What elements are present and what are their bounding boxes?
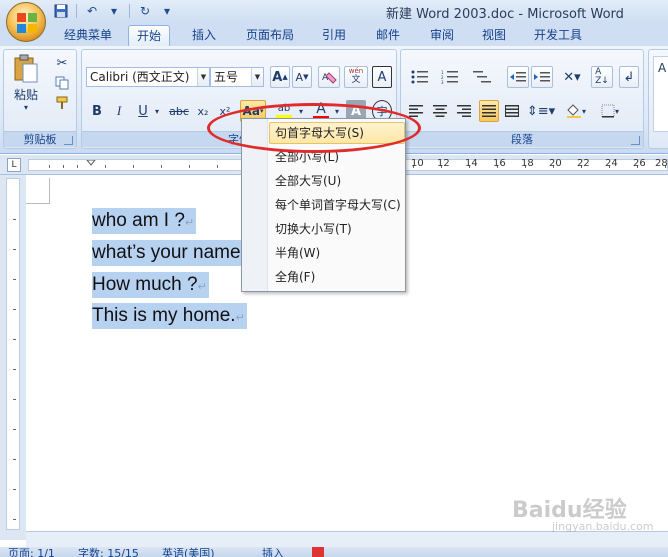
align-right-icon[interactable] [455, 100, 473, 122]
shrink-font-button[interactable]: A ▼ [292, 66, 312, 88]
font-size-combo[interactable]: 五号 ▼ [210, 67, 264, 87]
vertical-ruler[interactable] [6, 178, 20, 530]
justify-icon[interactable] [479, 100, 499, 122]
undo-icon[interactable]: ↶ [83, 2, 101, 20]
tab-home[interactable]: 开始 [128, 25, 171, 46]
macro-record-icon[interactable] [312, 547, 324, 557]
character-border-button[interactable]: A [372, 66, 392, 88]
ribbon-tabs: 经典菜单 开始 插入 页面布局 引用 邮件 审阅 视图 开发工具 [0, 22, 668, 46]
tab-classic-menu[interactable]: 经典菜单 [56, 25, 120, 46]
paragraph-launcher[interactable] [631, 136, 640, 145]
svg-text:3: 3 [441, 80, 444, 84]
tab-developer[interactable]: 开发工具 [526, 25, 590, 46]
status-language[interactable]: 英语(美国) [162, 547, 215, 557]
document-line[interactable]: what’s your name↵ [92, 240, 252, 266]
menu-item-lowercase[interactable]: 全部小写(L) [269, 146, 405, 168]
document-line[interactable]: who am I ?↵ [92, 208, 197, 234]
document-line[interactable]: How much ?↵ [92, 272, 209, 298]
margin-crop-mark [26, 178, 50, 204]
subscript-button[interactable]: x₂ [194, 100, 212, 122]
status-bar: 页面: 1/1 字数: 15/15 英语(美国) 插入 [0, 547, 668, 557]
multilevel-list-icon[interactable] [469, 66, 497, 88]
menu-gutter [242, 119, 268, 291]
paragraph-mark-icon: ↵ [197, 281, 207, 293]
tab-selector[interactable]: L [7, 158, 21, 172]
menu-item-toggle-case[interactable]: 切换大小写(T) [269, 218, 405, 240]
document-line[interactable]: This is my home.↵ [92, 303, 247, 329]
vertical-ruler-ticks [13, 219, 16, 520]
qat-separator [129, 4, 130, 18]
status-words[interactable]: 字数: 15/15 [78, 547, 139, 557]
qat-customize-dropdown[interactable]: ▾ [158, 2, 176, 20]
menu-item-uppercase[interactable]: 全部大写(U) [269, 170, 405, 192]
style-gallery-item[interactable]: A [653, 56, 668, 132]
chinese-layout-icon[interactable]: ✕▾ [557, 66, 587, 88]
clipboard-group: 粘贴 ▾ ✂ 剪贴板 [3, 49, 77, 149]
paragraph-mark-icon: ↵ [184, 217, 195, 229]
paragraph-group: 123 ✕▾ A Z↓ ↲ ⇕≡▾ ▾ ▾ 段落 [400, 49, 644, 149]
redo-icon[interactable]: ↻ [136, 2, 154, 20]
tab-review[interactable]: 审阅 [422, 25, 462, 46]
styles-group: A [648, 49, 668, 149]
paste-icon [14, 54, 38, 83]
underline-dropdown[interactable]: ▾ [152, 100, 162, 122]
office-logo-icon [17, 13, 37, 33]
tab-references[interactable]: 引用 [314, 25, 354, 46]
status-insert-mode[interactable]: 插入 [262, 547, 284, 557]
qat-undo-dropdown[interactable]: ▾ [105, 2, 123, 20]
paragraph-group-label: 段落 [401, 131, 643, 147]
paragraph-mark-icon: ↵ [235, 312, 245, 324]
format-painter-icon[interactable] [52, 94, 72, 112]
quick-access-toolbar: ↶ ▾ ↻ ▾ [52, 2, 176, 20]
shading-icon[interactable]: ▾ [561, 100, 591, 122]
change-case-menu: 句首字母大写(S) 全部小写(L) 全部大写(U) 每个单词首字母大写(C) 切… [241, 118, 406, 292]
horizontal-scrollbar[interactable] [26, 531, 668, 547]
phonetic-guide-button[interactable]: wén 文 [344, 66, 368, 88]
save-icon[interactable] [52, 2, 70, 20]
increase-indent-icon[interactable] [531, 66, 553, 88]
borders-icon[interactable]: ▾ [595, 100, 625, 122]
font-name-combo[interactable]: Calibri (西文正文) ▼ [86, 67, 210, 87]
office-button[interactable] [6, 2, 46, 42]
menu-item-capitalize-each-word[interactable]: 每个单词首字母大写(C) [269, 194, 405, 216]
italic-button[interactable]: I [110, 100, 128, 122]
distributed-icon[interactable] [503, 100, 521, 122]
clipboard-launcher[interactable] [64, 136, 73, 145]
tab-insert[interactable]: 插入 [184, 25, 224, 46]
strikethrough-button[interactable]: abc [166, 100, 192, 122]
baidu-watermark: Baidu经验 jingyan.baidu.com [512, 498, 654, 533]
grow-font-button[interactable]: A ▲ [270, 66, 290, 88]
numbering-icon[interactable]: 123 [437, 66, 463, 88]
tab-view[interactable]: 视图 [474, 25, 514, 46]
tab-mailings[interactable]: 邮件 [368, 25, 408, 46]
bold-button[interactable]: B [88, 100, 106, 122]
window-title: 新建 Word 2003.doc - Microsoft Word [386, 7, 624, 22]
tab-page-layout[interactable]: 页面布局 [238, 25, 302, 46]
superscript-button[interactable]: x² [216, 100, 234, 122]
align-left-icon[interactable] [407, 100, 425, 122]
menu-item-full-width[interactable]: 全角(F) [269, 266, 405, 288]
clear-formatting-icon[interactable]: A [318, 66, 340, 88]
cut-icon[interactable]: ✂ [52, 54, 72, 72]
show-formatting-marks-icon[interactable]: ↲ [619, 66, 639, 88]
status-page[interactable]: 页面: 1/1 [8, 547, 55, 557]
menu-item-sentence-case[interactable]: 句首字母大写(S) [269, 122, 405, 144]
decrease-indent-icon[interactable] [507, 66, 529, 88]
menu-item-half-width[interactable]: 半角(W) [269, 242, 405, 264]
qat-separator [76, 4, 77, 18]
paste-button[interactable]: 粘贴 ▾ [10, 54, 42, 112]
underline-button[interactable]: U [134, 100, 152, 122]
sort-icon[interactable]: A Z↓ [591, 66, 613, 88]
bullets-icon[interactable] [407, 66, 433, 88]
copy-icon[interactable] [52, 74, 72, 92]
title-bar: ↶ ▾ ↻ ▾ 新建 Word 2003.doc - Microsoft Wor… [0, 0, 668, 22]
align-center-icon[interactable] [431, 100, 449, 122]
first-line-indent-marker [86, 160, 96, 166]
line-spacing-icon[interactable]: ⇕≡▾ [527, 100, 555, 122]
